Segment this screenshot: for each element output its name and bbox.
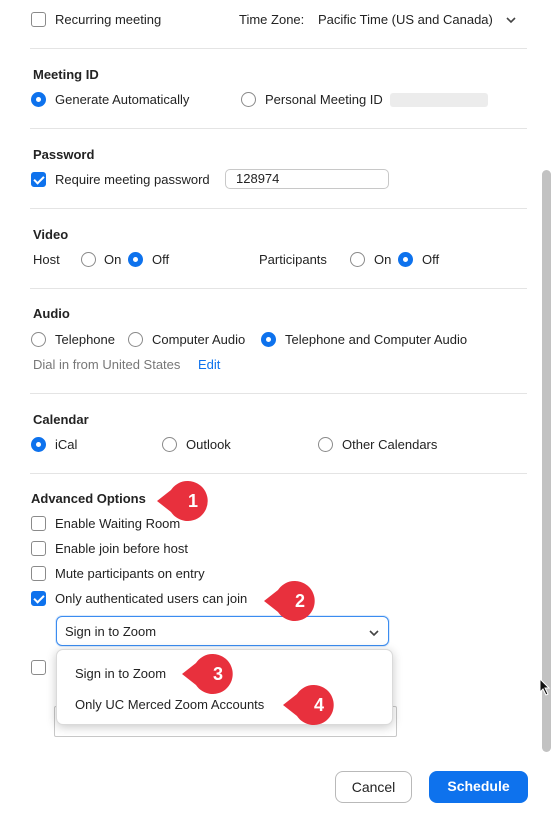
divider bbox=[30, 208, 527, 209]
ical-label: iCal bbox=[55, 437, 78, 452]
password-input[interactable]: 128974 bbox=[225, 169, 389, 189]
host-video-off-radio[interactable] bbox=[128, 252, 143, 267]
meeting-id-title: Meeting ID bbox=[33, 67, 99, 82]
join-before-host-label: Enable join before host bbox=[55, 541, 188, 556]
participants-video-off-label: Off bbox=[422, 252, 440, 267]
mute-on-entry-label: Mute participants on entry bbox=[55, 566, 205, 581]
outlook-label: Outlook bbox=[186, 437, 231, 452]
video-title: Video bbox=[33, 227, 69, 242]
authentication-select-value: Sign in to Zoom bbox=[65, 624, 157, 639]
recurring-label: Recurring meeting bbox=[55, 12, 162, 27]
callout-badge-3: 3 bbox=[180, 654, 244, 694]
callout-badge-1: 1 bbox=[155, 481, 219, 521]
host-video-off-label: Off bbox=[152, 252, 170, 267]
generate-automatically-radio[interactable] bbox=[31, 92, 46, 107]
authentication-select[interactable]: Sign in to Zoom bbox=[56, 616, 389, 646]
host-label: Host bbox=[33, 252, 60, 267]
require-password-checkbox[interactable] bbox=[31, 172, 46, 187]
recurring-checkbox[interactable] bbox=[31, 12, 46, 27]
advanced-options-title: Advanced Options bbox=[31, 491, 146, 506]
telephone-and-computer-label: Telephone and Computer Audio bbox=[285, 332, 468, 347]
personal-meeting-id-label: Personal Meeting ID bbox=[265, 92, 383, 107]
timezone-label: Time Zone: bbox=[239, 12, 305, 27]
divider bbox=[30, 128, 527, 129]
participants-label: Participants bbox=[259, 252, 327, 267]
chevron-down-icon bbox=[367, 626, 381, 637]
callout-number: 4 bbox=[313, 695, 324, 715]
personal-meeting-id-radio[interactable] bbox=[241, 92, 256, 107]
participants-video-on-label: On bbox=[374, 252, 392, 267]
other-calendars-label: Other Calendars bbox=[342, 437, 438, 452]
calendar-title: Calendar bbox=[33, 412, 89, 427]
audio-title: Audio bbox=[33, 306, 70, 321]
menu-item-sign-in-to-zoom[interactable]: Sign in to Zoom bbox=[75, 666, 166, 682]
host-video-on-label: On bbox=[104, 252, 122, 267]
computer-audio-label: Computer Audio bbox=[152, 332, 246, 347]
host-video-on-radio[interactable] bbox=[81, 252, 96, 267]
require-password-label: Require meeting password bbox=[55, 172, 210, 187]
callout-badge-2: 2 bbox=[262, 581, 326, 621]
callout-number: 1 bbox=[187, 491, 198, 511]
waiting-room-checkbox[interactable] bbox=[31, 516, 46, 531]
callout-number: 2 bbox=[294, 591, 305, 611]
telephone-radio[interactable] bbox=[31, 332, 46, 347]
cancel-button[interactable]: Cancel bbox=[335, 771, 412, 803]
participants-video-off-radio[interactable] bbox=[398, 252, 413, 267]
scrollbar-thumb[interactable] bbox=[542, 170, 551, 752]
dial-in-text: Dial in from United States bbox=[33, 357, 181, 372]
password-title: Password bbox=[33, 147, 95, 162]
dial-in-edit-link[interactable]: Edit bbox=[198, 357, 220, 373]
divider bbox=[30, 473, 527, 474]
ical-radio[interactable] bbox=[31, 437, 46, 452]
menu-item-uc-merced-accounts[interactable]: Only UC Merced Zoom Accounts bbox=[75, 697, 264, 713]
participants-video-on-radio[interactable] bbox=[350, 252, 365, 267]
telephone-label: Telephone bbox=[55, 332, 115, 347]
authenticated-only-label: Only authenticated users can join bbox=[55, 591, 248, 606]
chevron-down-icon[interactable] bbox=[504, 13, 518, 24]
divider bbox=[30, 48, 527, 49]
divider bbox=[30, 288, 527, 289]
schedule-button[interactable]: Schedule bbox=[429, 771, 528, 803]
cursor-icon bbox=[539, 677, 551, 696]
generate-automatically-label: Generate Automatically bbox=[55, 92, 190, 107]
join-before-host-checkbox[interactable] bbox=[31, 541, 46, 556]
redacted-meeting-id bbox=[390, 93, 488, 107]
hidden-option-checkbox[interactable] bbox=[31, 660, 46, 675]
mute-on-entry-checkbox[interactable] bbox=[31, 566, 46, 581]
callout-badge-4: 4 bbox=[281, 685, 345, 725]
computer-audio-radio[interactable] bbox=[128, 332, 143, 347]
callout-number: 3 bbox=[212, 664, 223, 684]
divider bbox=[30, 393, 527, 394]
timezone-select[interactable]: Pacific Time (US and Canada) bbox=[318, 12, 493, 28]
authenticated-only-checkbox[interactable] bbox=[31, 591, 46, 606]
other-calendars-radio[interactable] bbox=[318, 437, 333, 452]
outlook-radio[interactable] bbox=[162, 437, 177, 452]
telephone-and-computer-radio[interactable] bbox=[261, 332, 276, 347]
